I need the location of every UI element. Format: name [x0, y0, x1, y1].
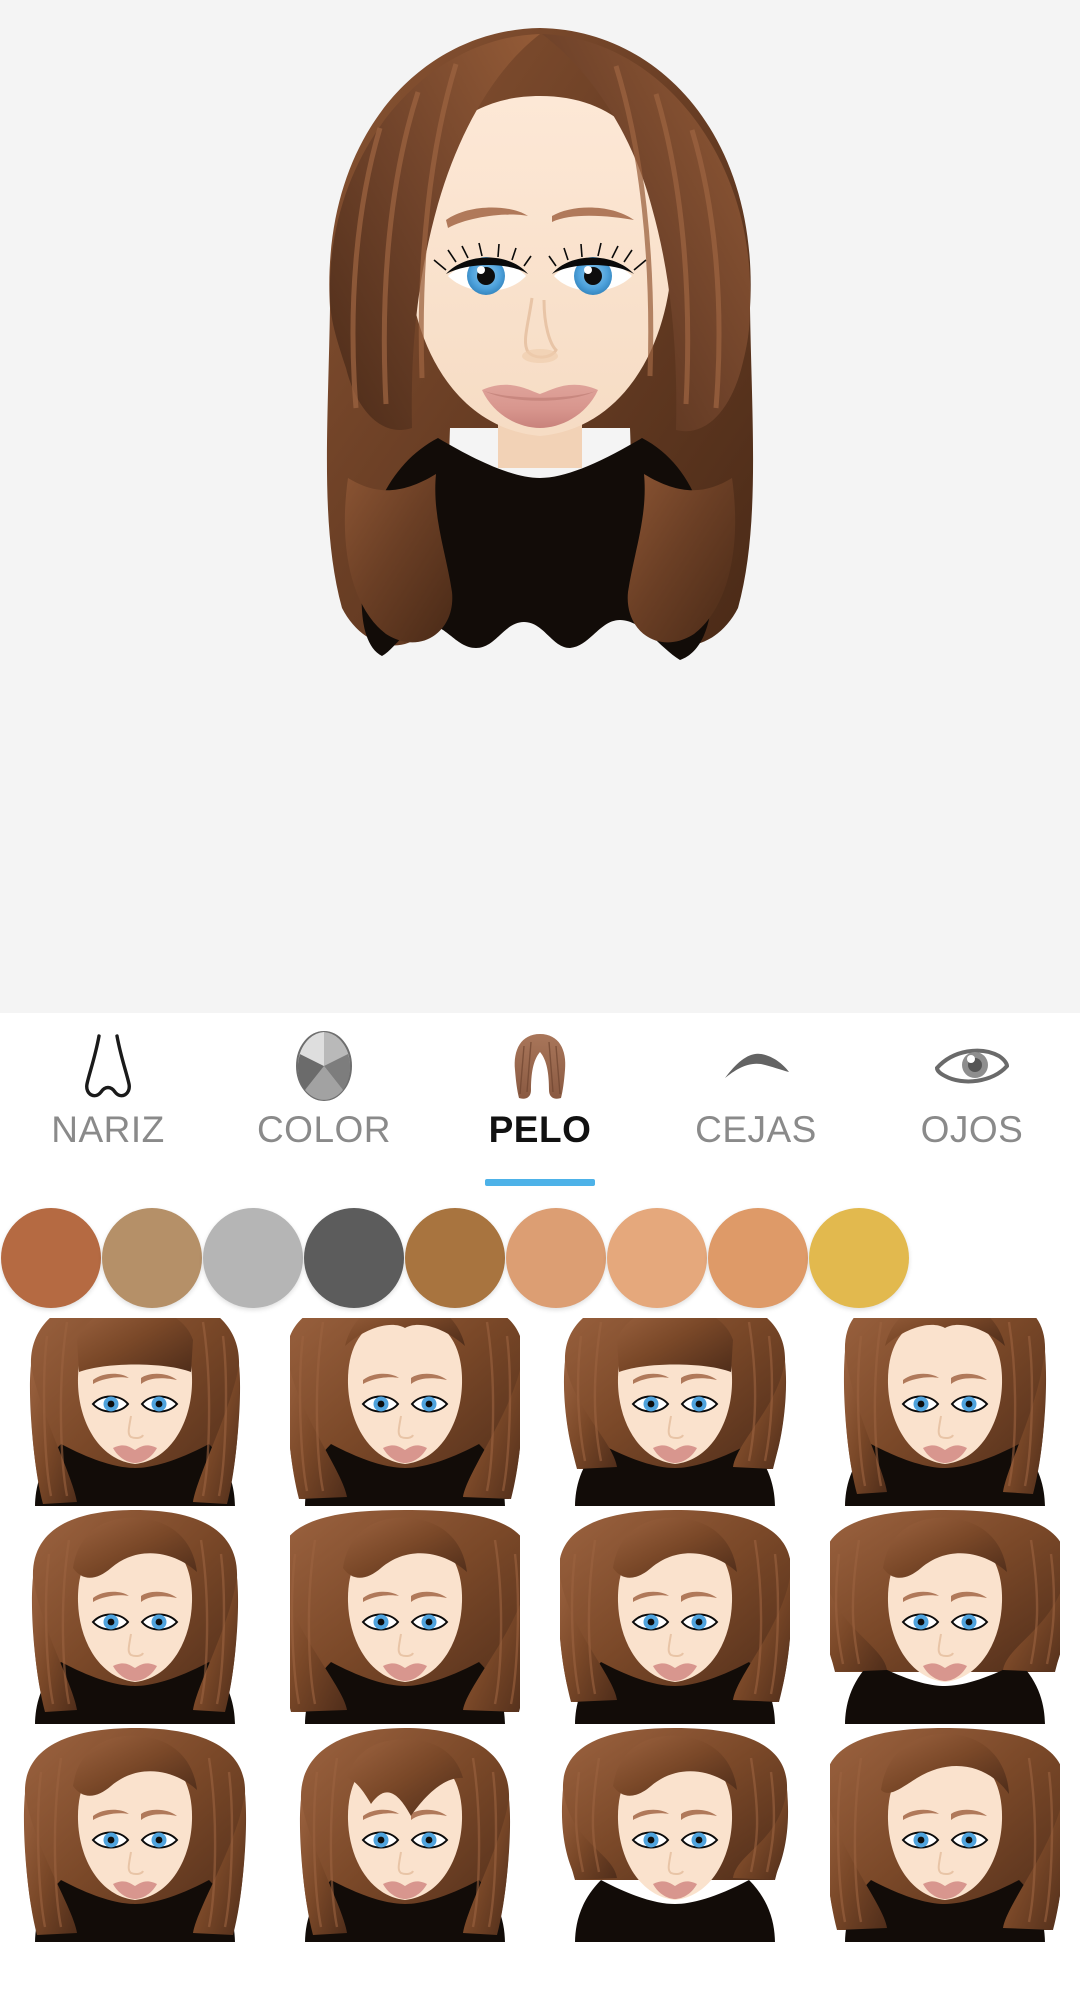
- tab-label: CEJAS: [695, 1109, 817, 1150]
- swatch-cell[interactable]: [808, 1198, 909, 1318]
- swatch-peach[interactable]: [606, 1208, 707, 1308]
- avatar-preview-stage: [0, 0, 1080, 1013]
- hair-style-10[interactable]: [270, 1712, 540, 1944]
- tab-ojos[interactable]: OJOS: [864, 1013, 1080, 1198]
- avatar-preview[interactable]: [260, 8, 820, 668]
- eyebrow-icon: [719, 1027, 793, 1105]
- tab-active-underline: [485, 1179, 595, 1186]
- hair-color-swatch-rail[interactable]: [0, 1198, 1080, 1318]
- hair-style-thumbnail: [277, 1494, 533, 1726]
- tab-label: NARIZ: [51, 1109, 165, 1150]
- hair-style-2[interactable]: [270, 1318, 540, 1508]
- hair-style-9[interactable]: [0, 1712, 270, 1944]
- tab-label: OJOS: [920, 1109, 1024, 1150]
- hair-style-thumbnail: [560, 1712, 790, 1944]
- hair-style-11[interactable]: [540, 1712, 810, 1944]
- color-wheel-icon: [293, 1027, 355, 1105]
- avatar-editor-screen: NARIZ COLOR PELO CEJAS OJOS: [0, 0, 1080, 2010]
- tab-nariz[interactable]: NARIZ: [0, 1013, 216, 1198]
- hair-style-7[interactable]: [540, 1494, 810, 1726]
- hair-style-1[interactable]: [0, 1318, 270, 1508]
- swatch-light-gray[interactable]: [202, 1208, 303, 1308]
- swatch-cell[interactable]: [101, 1198, 202, 1318]
- hair-style-thumbnail: [290, 1712, 520, 1944]
- hair-style-thumbnail: [20, 1318, 250, 1508]
- swatch-dark-gray[interactable]: [303, 1208, 404, 1308]
- tab-label: PELO: [488, 1109, 592, 1150]
- avatar-illustration: [326, 28, 754, 660]
- swatch-tan-orange[interactable]: [707, 1208, 808, 1308]
- swatch-cell[interactable]: [404, 1198, 505, 1318]
- swatch-cell[interactable]: [707, 1198, 808, 1318]
- hair-style-thumbnail: [285, 1318, 525, 1508]
- tab-label: COLOR: [256, 1109, 392, 1150]
- hair-style-12[interactable]: [810, 1712, 1080, 1944]
- hair-style-3[interactable]: [540, 1318, 810, 1508]
- swatch-brown[interactable]: [404, 1208, 505, 1308]
- swatch-yellow[interactable]: [808, 1208, 909, 1308]
- hair-style-thumbnail: [560, 1318, 790, 1508]
- hair-style-thumbnail: [821, 1494, 1069, 1726]
- hair-style-thumbnail: [20, 1494, 250, 1726]
- swatch-sienna[interactable]: [0, 1208, 101, 1308]
- swatch-cell[interactable]: [606, 1198, 707, 1318]
- hair-style-5[interactable]: [0, 1494, 270, 1726]
- hair-style-thumbnail: [20, 1712, 250, 1944]
- swatch-cell[interactable]: [202, 1198, 303, 1318]
- tab-cejas[interactable]: CEJAS: [648, 1013, 864, 1198]
- swatch-cell[interactable]: [0, 1198, 101, 1318]
- hair-style-thumbnail: [830, 1318, 1060, 1508]
- hair-style-thumbnail: [823, 1712, 1067, 1944]
- hair-style-6[interactable]: [270, 1494, 540, 1726]
- hair-icon: [505, 1027, 575, 1105]
- hair-style-thumbnail: [557, 1494, 793, 1726]
- category-tab-bar: NARIZ COLOR PELO CEJAS OJOS: [0, 1013, 1080, 1198]
- editor-panel: NARIZ COLOR PELO CEJAS OJOS: [0, 1013, 1080, 2010]
- swatch-tan[interactable]: [101, 1208, 202, 1308]
- tab-pelo[interactable]: PELO: [432, 1013, 648, 1198]
- swatch-light-tan[interactable]: [505, 1208, 606, 1308]
- tab-color[interactable]: COLOR: [216, 1013, 432, 1198]
- swatch-cell[interactable]: [505, 1198, 606, 1318]
- hair-style-4[interactable]: [810, 1318, 1080, 1508]
- swatch-cell[interactable]: [303, 1198, 404, 1318]
- eye-icon: [933, 1027, 1011, 1105]
- hair-style-8[interactable]: [810, 1494, 1080, 1726]
- hair-style-grid[interactable]: [0, 1318, 1080, 2008]
- nose-icon: [77, 1027, 139, 1105]
